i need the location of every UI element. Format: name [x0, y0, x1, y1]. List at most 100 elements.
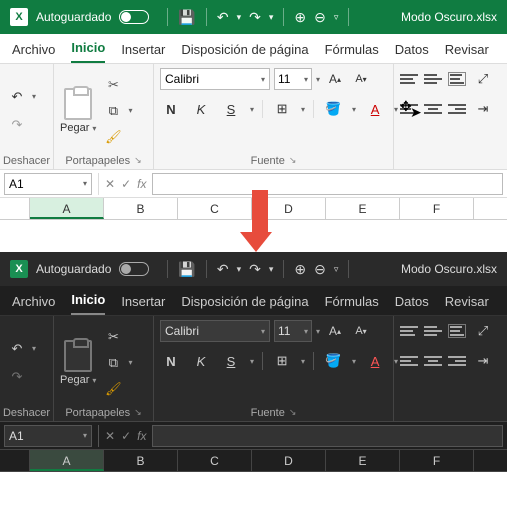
save-icon[interactable]: 💾: [178, 9, 195, 26]
format-painter-icon[interactable]: 🖌: [102, 378, 124, 400]
font-size-combo[interactable]: 11▾: [274, 320, 312, 342]
redo-icon[interactable]: ↷: [249, 9, 261, 26]
bold-button[interactable]: N: [160, 98, 182, 120]
align-left-icon[interactable]: [400, 354, 418, 368]
tab-archivo[interactable]: Archivo: [12, 294, 55, 315]
column-header[interactable]: A: [30, 198, 104, 219]
align-middle-icon[interactable]: [424, 72, 442, 86]
increase-font-icon[interactable]: A▴: [324, 68, 346, 90]
save-icon[interactable]: 💾: [178, 261, 195, 278]
formula-input[interactable]: [152, 173, 503, 195]
tab-datos[interactable]: Datos: [395, 294, 429, 315]
font-name-combo[interactable]: Calibri▾: [160, 320, 270, 342]
caret-icon[interactable]: ▾: [269, 12, 274, 23]
undo-button[interactable]: ↶: [6, 338, 28, 360]
column-header[interactable]: F: [400, 198, 474, 219]
dialog-launcher-icon[interactable]: ↘: [134, 155, 142, 167]
column-header[interactable]: B: [104, 198, 178, 219]
qat-overflow-caret[interactable]: ▿: [334, 264, 339, 275]
align-middle-icon[interactable]: [424, 324, 442, 338]
cut-icon[interactable]: ✂: [102, 326, 124, 348]
column-header[interactable]: C: [178, 450, 252, 471]
font-name-combo[interactable]: Calibri▾: [160, 68, 270, 90]
undo-icon[interactable]: ↶: [217, 9, 229, 26]
align-left-icon[interactable]: [400, 102, 418, 116]
tab-inicio[interactable]: Inicio: [71, 292, 105, 315]
align-bottom-icon[interactable]: [448, 72, 466, 86]
italic-button[interactable]: K: [190, 98, 212, 120]
align-top-icon[interactable]: [400, 324, 418, 338]
underline-button[interactable]: S: [220, 350, 242, 372]
tab-insertar[interactable]: Insertar: [121, 42, 165, 63]
caret-icon[interactable]: ▾: [32, 92, 36, 101]
cancel-icon[interactable]: ✕: [105, 177, 115, 191]
column-header[interactable]: E: [326, 450, 400, 471]
fill-color-icon[interactable]: 🪣: [322, 98, 344, 120]
select-all-triangle[interactable]: [0, 450, 30, 471]
cut-icon[interactable]: ✂: [102, 74, 124, 96]
column-header[interactable]: C: [178, 198, 252, 219]
align-right-icon[interactable]: [448, 102, 466, 116]
indent-icon[interactable]: ⇥: [472, 350, 494, 372]
tab-insertar[interactable]: Insertar: [121, 294, 165, 315]
copy-icon[interactable]: ⧉: [102, 352, 124, 374]
fx-icon[interactable]: fx: [137, 429, 146, 443]
font-color-icon[interactable]: A: [364, 98, 386, 120]
redo-icon[interactable]: ↷: [249, 261, 261, 278]
tab-revisar[interactable]: Revisar: [445, 294, 489, 315]
orientation-icon[interactable]: ⤢: [472, 320, 494, 342]
zoom-in-icon[interactable]: ⊕: [294, 261, 306, 278]
cancel-icon[interactable]: ✕: [105, 429, 115, 443]
undo-button[interactable]: ↶: [6, 86, 28, 108]
paste-button[interactable]: Pegar ▾: [60, 340, 96, 386]
align-right-icon[interactable]: [448, 354, 466, 368]
zoom-out-icon[interactable]: ⊖: [314, 9, 326, 26]
indent-icon[interactable]: ⇥: [472, 98, 494, 120]
redo-button[interactable]: ↷: [6, 366, 28, 388]
borders-icon[interactable]: ⊞: [271, 350, 293, 372]
font-size-combo[interactable]: 11▾: [274, 68, 312, 90]
align-top-icon[interactable]: [400, 72, 418, 86]
dialog-launcher-icon[interactable]: ↘: [134, 407, 142, 419]
align-bottom-icon[interactable]: [448, 324, 466, 338]
column-header[interactable]: A: [30, 450, 104, 471]
autosave-toggle[interactable]: [119, 10, 149, 24]
caret-icon[interactable]: ▾: [237, 264, 242, 275]
tab-datos[interactable]: Datos: [395, 42, 429, 63]
column-header[interactable]: F: [400, 450, 474, 471]
align-center-icon[interactable]: [424, 102, 442, 116]
name-box[interactable]: A1▾: [4, 425, 92, 447]
qat-overflow-caret[interactable]: ▿: [334, 12, 339, 23]
formula-input[interactable]: [152, 425, 503, 447]
paste-button[interactable]: Pegar ▾: [60, 88, 96, 134]
enter-icon[interactable]: ✓: [121, 177, 131, 191]
tab-disposicion[interactable]: Disposición de página: [181, 42, 308, 63]
format-painter-icon[interactable]: 🖌: [102, 126, 124, 148]
column-header[interactable]: D: [252, 450, 326, 471]
borders-icon[interactable]: ⊞: [271, 98, 293, 120]
tab-formulas[interactable]: Fórmulas: [325, 42, 379, 63]
italic-button[interactable]: K: [190, 350, 212, 372]
font-color-icon[interactable]: A: [364, 350, 386, 372]
caret-icon[interactable]: ▾: [269, 264, 274, 275]
increase-font-icon[interactable]: A▴: [324, 320, 346, 342]
dialog-launcher-icon[interactable]: ↘: [289, 407, 297, 419]
fx-icon[interactable]: fx: [137, 177, 146, 191]
tab-inicio[interactable]: Inicio: [71, 40, 105, 63]
tab-disposicion[interactable]: Disposición de página: [181, 294, 308, 315]
decrease-font-icon[interactable]: A▾: [350, 320, 372, 342]
zoom-in-icon[interactable]: ⊕: [294, 9, 306, 26]
zoom-out-icon[interactable]: ⊖: [314, 261, 326, 278]
column-header[interactable]: E: [326, 198, 400, 219]
copy-icon[interactable]: ⧉: [102, 100, 124, 122]
redo-button[interactable]: ↷: [6, 114, 28, 136]
decrease-font-icon[interactable]: A▾: [350, 68, 372, 90]
autosave-toggle[interactable]: [119, 262, 149, 276]
caret-icon[interactable]: ▾: [237, 12, 242, 23]
bold-button[interactable]: N: [160, 350, 182, 372]
underline-button[interactable]: S: [220, 98, 242, 120]
align-center-icon[interactable]: [424, 354, 442, 368]
undo-icon[interactable]: ↶: [217, 261, 229, 278]
name-box[interactable]: A1▾: [4, 173, 92, 195]
column-header[interactable]: B: [104, 450, 178, 471]
